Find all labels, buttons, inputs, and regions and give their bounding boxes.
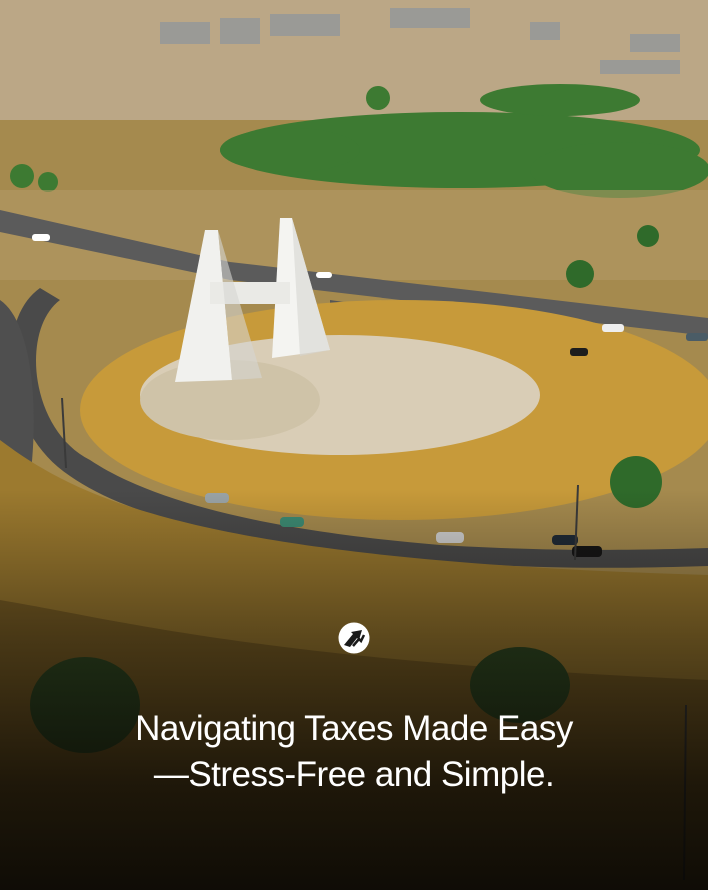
headline: Navigating Taxes Made Easy —Stress-Free … (0, 706, 708, 798)
headline-line-2: —Stress-Free and Simple. (153, 755, 555, 794)
road-arrow-logo-icon (338, 622, 370, 654)
headline-line-1: Navigating Taxes Made Easy (135, 709, 573, 748)
